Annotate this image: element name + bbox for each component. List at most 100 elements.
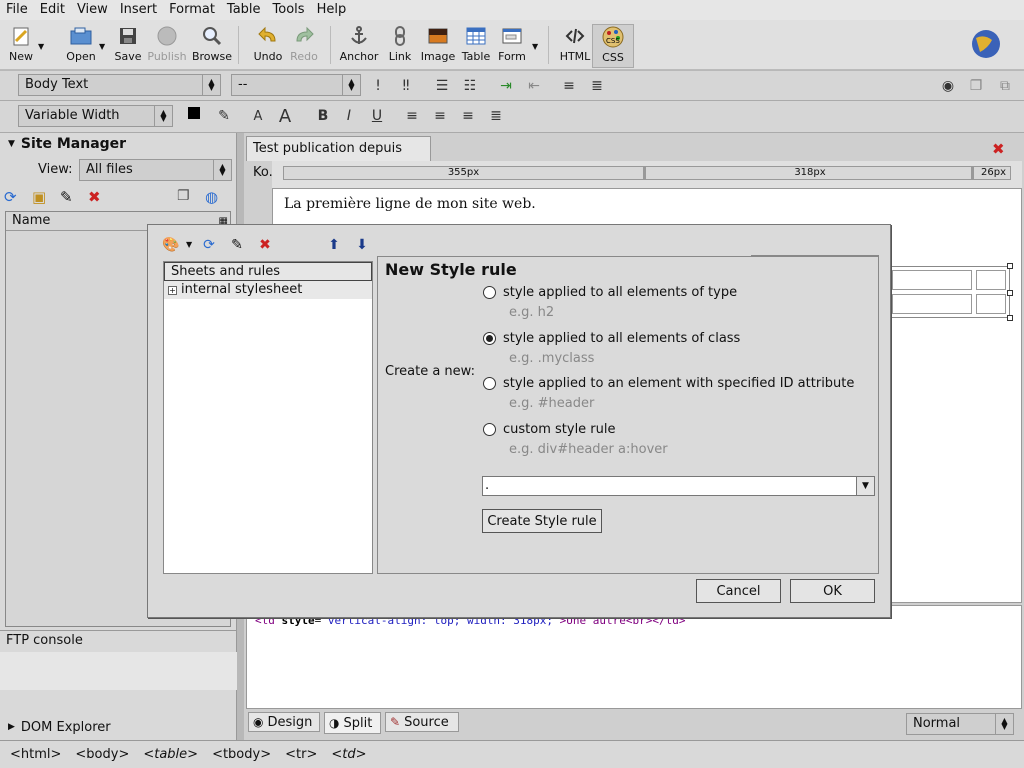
- radio-type-rule[interactable]: style applied to all elements of type: [483, 285, 737, 300]
- browse-button[interactable]: Browse: [191, 24, 233, 68]
- radio-class-rule[interactable]: style applied to all elements of class: [483, 331, 740, 346]
- decrease-font-icon[interactable]: A: [248, 105, 268, 127]
- menu-edit[interactable]: Edit: [34, 0, 71, 20]
- image-button[interactable]: Image: [417, 24, 459, 68]
- menu-view[interactable]: View: [71, 0, 114, 20]
- tab-split[interactable]: ◑ Split: [324, 712, 381, 734]
- move-up-icon[interactable]: ⬆: [324, 235, 344, 255]
- windows-icon[interactable]: ❐: [177, 188, 190, 204]
- horizontal-rule-icon[interactable]: ≡: [559, 75, 579, 97]
- html-button[interactable]: HTML: [554, 24, 596, 68]
- form-dropdown-icon[interactable]: ▼: [532, 42, 538, 51]
- open-button[interactable]: Open: [60, 24, 102, 68]
- form-button[interactable]: Form: [491, 24, 533, 68]
- menu-file[interactable]: File: [0, 0, 34, 20]
- editing-mode-select[interactable]: Normal ▲ ▼: [906, 713, 1014, 735]
- delete-icon[interactable]: ✖: [88, 188, 101, 206]
- ruler-column-1[interactable]: 355px: [284, 167, 646, 179]
- table-cell[interactable]: [892, 294, 972, 314]
- align-right-icon[interactable]: ≡: [458, 105, 478, 127]
- ftp-console-header[interactable]: FTP console: [0, 630, 237, 652]
- ruler-column-2[interactable]: 318px: [649, 167, 974, 179]
- italic-icon[interactable]: I: [339, 105, 359, 127]
- edit-icon[interactable]: ✎: [60, 188, 73, 206]
- palette-icon[interactable]: 🎨: [161, 235, 181, 255]
- radio-id-rule[interactable]: style applied to an element with specifi…: [483, 376, 854, 391]
- new-button[interactable]: New: [0, 24, 42, 68]
- selector-combobox[interactable]: . ▼: [482, 476, 875, 496]
- tree-item-internal-stylesheet[interactable]: + internal stylesheet: [164, 281, 372, 299]
- site-manager-header[interactable]: ▼ Site Manager: [0, 133, 237, 155]
- increase-font-icon[interactable]: A: [275, 105, 295, 127]
- table-cell[interactable]: [976, 270, 1006, 290]
- table-cell[interactable]: [892, 270, 972, 290]
- breadcrumb-body[interactable]: <body>: [75, 747, 129, 762]
- radio-custom-rule[interactable]: custom style rule: [483, 422, 616, 437]
- refresh-icon[interactable]: ⟳: [199, 235, 219, 255]
- content-table[interactable]: [888, 263, 1013, 321]
- refresh-icon[interactable]: ⟳: [4, 188, 17, 206]
- cancel-button[interactable]: Cancel: [696, 579, 781, 603]
- outdent-icon[interactable]: ⇤: [524, 75, 544, 97]
- redo-button[interactable]: Redo: [283, 24, 325, 68]
- ruler-column-3[interactable]: 26px: [977, 167, 1010, 179]
- new-dropdown-icon[interactable]: ▼: [38, 42, 44, 51]
- paragraph-style-select[interactable]: Body Text ▲ ▼: [18, 74, 221, 96]
- css-button[interactable]: CSS CSS: [592, 24, 634, 68]
- font-size-select[interactable]: -- ▲ ▼: [231, 74, 361, 96]
- publish-button[interactable]: Publish: [146, 24, 188, 68]
- position-icon[interactable]: ⧉: [995, 75, 1015, 97]
- menu-tools[interactable]: Tools: [267, 0, 311, 20]
- selector-input[interactable]: .: [485, 477, 489, 495]
- edit-icon[interactable]: ✎: [227, 235, 247, 255]
- move-down-icon[interactable]: ⬇: [352, 235, 372, 255]
- open-dropdown-icon[interactable]: ▼: [99, 42, 105, 51]
- delete-icon[interactable]: ✖: [255, 235, 275, 255]
- create-style-rule-button[interactable]: Create Style rule: [482, 509, 602, 533]
- stylesheet-tree[interactable]: Sheets and rules + internal stylesheet: [163, 261, 373, 574]
- save-button[interactable]: Save: [107, 24, 149, 68]
- radio-button-selected[interactable]: [483, 332, 496, 345]
- document-tab[interactable]: Test publication depuis Ko...: [246, 136, 431, 180]
- expand-plus-icon[interactable]: +: [168, 285, 177, 295]
- breadcrumb-html[interactable]: <html>: [10, 747, 61, 762]
- close-tab-icon[interactable]: ✖: [992, 140, 1005, 158]
- eye-visibility-icon[interactable]: ◉: [938, 75, 958, 97]
- radio-button[interactable]: [483, 286, 496, 299]
- globe-icon[interactable]: ◍: [205, 188, 218, 206]
- ok-button[interactable]: OK: [790, 579, 875, 603]
- layers-icon[interactable]: ❐: [966, 75, 986, 97]
- source-view[interactable]: <td style="vertical-align: top; width: 3…: [246, 605, 1022, 709]
- indent-icon[interactable]: ⇥: [496, 75, 516, 97]
- view-filter-select[interactable]: All files ▲ ▼: [79, 159, 232, 181]
- chevron-down-icon[interactable]: ▼: [856, 477, 874, 495]
- underline-icon[interactable]: U: [367, 105, 387, 127]
- breadcrumb-tbody[interactable]: <tbody>: [212, 747, 271, 762]
- bullet-list-icon[interactable]: ☷: [460, 75, 480, 97]
- resize-handle[interactable]: [1007, 315, 1013, 321]
- align-center-icon[interactable]: ≡: [430, 105, 450, 127]
- bold-icon[interactable]: B: [313, 105, 333, 127]
- text-color-picker[interactable]: [184, 104, 208, 128]
- breadcrumb-tr[interactable]: <tr>: [285, 747, 317, 762]
- important-icon[interactable]: !: [368, 75, 388, 97]
- font-family-select[interactable]: Variable Width ▲ ▼: [18, 105, 173, 127]
- double-important-icon[interactable]: ‼: [396, 75, 416, 97]
- resize-handle[interactable]: [1007, 290, 1013, 296]
- new-folder-icon[interactable]: ▣: [32, 188, 46, 206]
- highlight-pen-icon[interactable]: ✎: [214, 105, 234, 127]
- menu-format[interactable]: Format: [163, 0, 221, 20]
- align-justify-icon[interactable]: ≣: [486, 105, 506, 127]
- palette-dropdown-icon[interactable]: ▼: [186, 240, 192, 249]
- breadcrumb-table[interactable]: <table>: [143, 747, 198, 762]
- tab-source[interactable]: ✎ Source: [385, 712, 459, 732]
- anchor-button[interactable]: Anchor: [338, 24, 380, 68]
- menu-insert[interactable]: Insert: [114, 0, 163, 20]
- radio-button[interactable]: [483, 423, 496, 436]
- dom-explorer-header[interactable]: ▶ DOM Explorer: [0, 716, 237, 738]
- tab-design[interactable]: ◉ Design: [248, 712, 320, 732]
- numbered-list-icon[interactable]: ☰: [432, 75, 452, 97]
- content-paragraph[interactable]: La première ligne de mon site web.: [284, 196, 536, 212]
- align-left-icon[interactable]: ≡: [402, 105, 422, 127]
- resize-handle[interactable]: [1007, 263, 1013, 269]
